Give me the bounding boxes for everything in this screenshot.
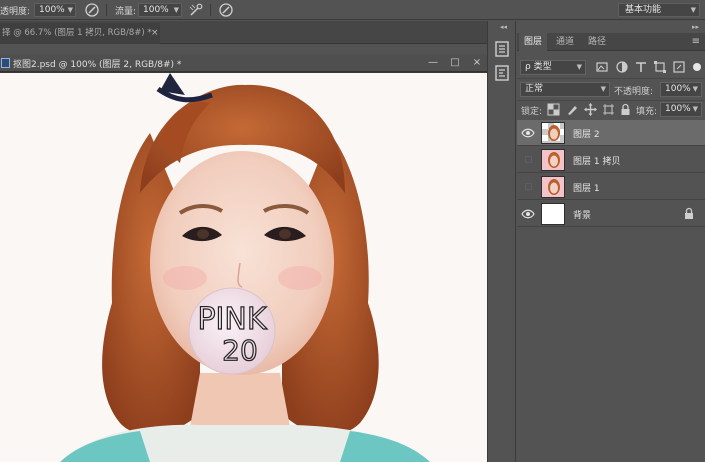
flow-dropdown[interactable]: 100% ▼	[138, 3, 182, 17]
tab-layers[interactable]: 图层	[519, 33, 547, 51]
options-bar: 透明度: 100% ▼ 流量: 100% ▼ 基本功能 ▼	[0, 0, 705, 20]
eye-icon[interactable]	[521, 207, 535, 221]
chevron-down-icon: ▼	[173, 6, 179, 14]
chevron-down-icon: ▼	[67, 6, 73, 14]
chevron-down-icon: ▼	[692, 105, 698, 113]
layer-thumbnail	[541, 203, 565, 225]
fill-label: 填充:	[636, 107, 658, 117]
filter-toggle-icon[interactable]	[690, 60, 704, 74]
chevron-down-icon: ▼	[600, 85, 606, 93]
history-panel-icon[interactable]	[494, 41, 510, 57]
visibility-toggle[interactable]	[525, 183, 532, 190]
layer-name[interactable]: 背景	[573, 208, 591, 221]
lock-position-icon[interactable]	[584, 103, 597, 116]
layer-row[interactable]: 图层 1	[517, 174, 705, 200]
lock-transparent-pixels-icon[interactable]	[547, 103, 560, 116]
panel-tabs: 图层 通道 路径 ≡	[517, 33, 705, 51]
close-icon[interactable]: ×	[151, 23, 159, 43]
image-canvas[interactable]: PINK 20	[0, 73, 487, 462]
pressure-size-icon[interactable]	[218, 2, 234, 18]
filter-kind-dropdown[interactable]: ρ 类型 ▼	[520, 60, 586, 75]
document-tab-bar: 择 @ 66.7% (图层 1 拷贝, RGB/8#) * ×	[0, 21, 487, 44]
blend-opacity-row: 正常 ▼ 不透明度: 100% ▼	[517, 79, 705, 101]
chevron-down-icon: ▼	[690, 6, 696, 14]
opacity-label: 不透明度:	[614, 87, 654, 97]
lock-fill-row: 锁定: 填充: 100% ▼	[517, 99, 705, 121]
separator	[210, 4, 211, 16]
layer-name[interactable]: 图层 1	[573, 181, 600, 194]
separator	[106, 4, 107, 16]
chevron-down-icon: ▼	[692, 85, 698, 93]
lock-image-pixels-icon[interactable]	[566, 103, 579, 116]
layer-thumbnail	[541, 149, 565, 171]
filter-shape-icon[interactable]	[653, 60, 667, 74]
workspace-dropdown[interactable]: 基本功能 ▼	[618, 3, 700, 17]
document-window: 抠图2.psd @ 100% (图层 2, RGB/8#) * — □ × PI…	[0, 54, 487, 462]
airbrush-icon[interactable]	[188, 2, 204, 18]
bubble-text-line1: PINK	[197, 302, 267, 337]
layers-panel: ▸▸ 图层 通道 路径 ≡ ρ 类型 ▼ 正常 ▼ 不透明度: 100% ▼ 锁…	[517, 21, 705, 462]
opacity-label: 透明度:	[0, 7, 31, 17]
collapse-icon[interactable]: ◂◂	[500, 23, 507, 31]
filter-smart-object-icon[interactable]	[672, 60, 686, 74]
document-tab-title: 择 @ 66.7% (图层 1 拷贝, RGB/8#) *	[2, 28, 152, 38]
layer-opacity-field[interactable]: 100% ▼	[660, 82, 702, 97]
opacity-dropdown[interactable]: 100% ▼	[34, 3, 76, 17]
minimize-button[interactable]: —	[426, 56, 440, 70]
blend-mode-dropdown[interactable]: 正常 ▼	[520, 82, 610, 97]
chevron-down-icon: ▼	[576, 63, 582, 71]
layer-thumbnail	[541, 176, 565, 198]
workspace-label: 基本功能	[625, 5, 662, 15]
pressure-opacity-icon[interactable]	[84, 2, 100, 18]
eye-icon[interactable]	[521, 126, 535, 140]
flow-label: 流量:	[115, 7, 137, 17]
blend-mode-value: 正常	[525, 84, 544, 94]
lock-label: 锁定:	[521, 107, 543, 117]
properties-panel-icon[interactable]	[494, 65, 510, 81]
close-button[interactable]: ×	[470, 56, 484, 70]
visibility-toggle[interactable]	[525, 156, 532, 163]
layer-row[interactable]: 背景	[517, 201, 705, 227]
lock-artboard-icon[interactable]	[602, 103, 615, 116]
layer-name[interactable]: 图层 1 拷贝	[573, 154, 620, 167]
lock-icon	[685, 207, 693, 219]
document-title-bar[interactable]: 抠图2.psd @ 100% (图层 2, RGB/8#) * — □ ×	[0, 54, 487, 72]
filter-kind-value: ρ 类型	[525, 62, 552, 72]
tab-channels[interactable]: 通道	[551, 33, 579, 51]
panel-menu-icon[interactable]: ≡	[692, 36, 700, 47]
document-tab-background[interactable]: 择 @ 66.7% (图层 1 拷贝, RGB/8#) * ×	[0, 23, 160, 44]
layer-filter-row: ρ 类型 ▼	[517, 57, 705, 79]
filter-pixel-icon[interactable]	[595, 60, 609, 74]
layer-row[interactable]: 图层 2	[517, 120, 705, 146]
fill-value: 100%	[665, 104, 691, 114]
fill-field[interactable]: 100% ▼	[660, 102, 702, 117]
layer-row[interactable]: 图层 1 拷贝	[517, 147, 705, 173]
filter-type-icon[interactable]	[634, 60, 648, 74]
psd-file-icon	[1, 58, 10, 68]
opacity-value: 100%	[39, 5, 65, 15]
layer-thumbnail	[541, 122, 565, 144]
lock-all-icon[interactable]	[619, 103, 632, 116]
collapse-icon[interactable]: ▸▸	[692, 23, 699, 31]
layer-name[interactable]: 图层 2	[573, 127, 600, 140]
layer-opacity-value: 100%	[665, 84, 691, 94]
tab-paths[interactable]: 路径	[583, 33, 611, 51]
flow-value: 100%	[143, 5, 169, 15]
document-title: 抠图2.psd @ 100% (图层 2, RGB/8#) *	[13, 60, 182, 70]
bubble-text-line2: 20	[222, 334, 258, 367]
canvas-photo: PINK 20	[0, 73, 487, 462]
maximize-button[interactable]: □	[448, 56, 462, 70]
filter-adjustment-icon[interactable]	[615, 60, 629, 74]
panel-icon-strip: ◂◂	[487, 21, 516, 462]
